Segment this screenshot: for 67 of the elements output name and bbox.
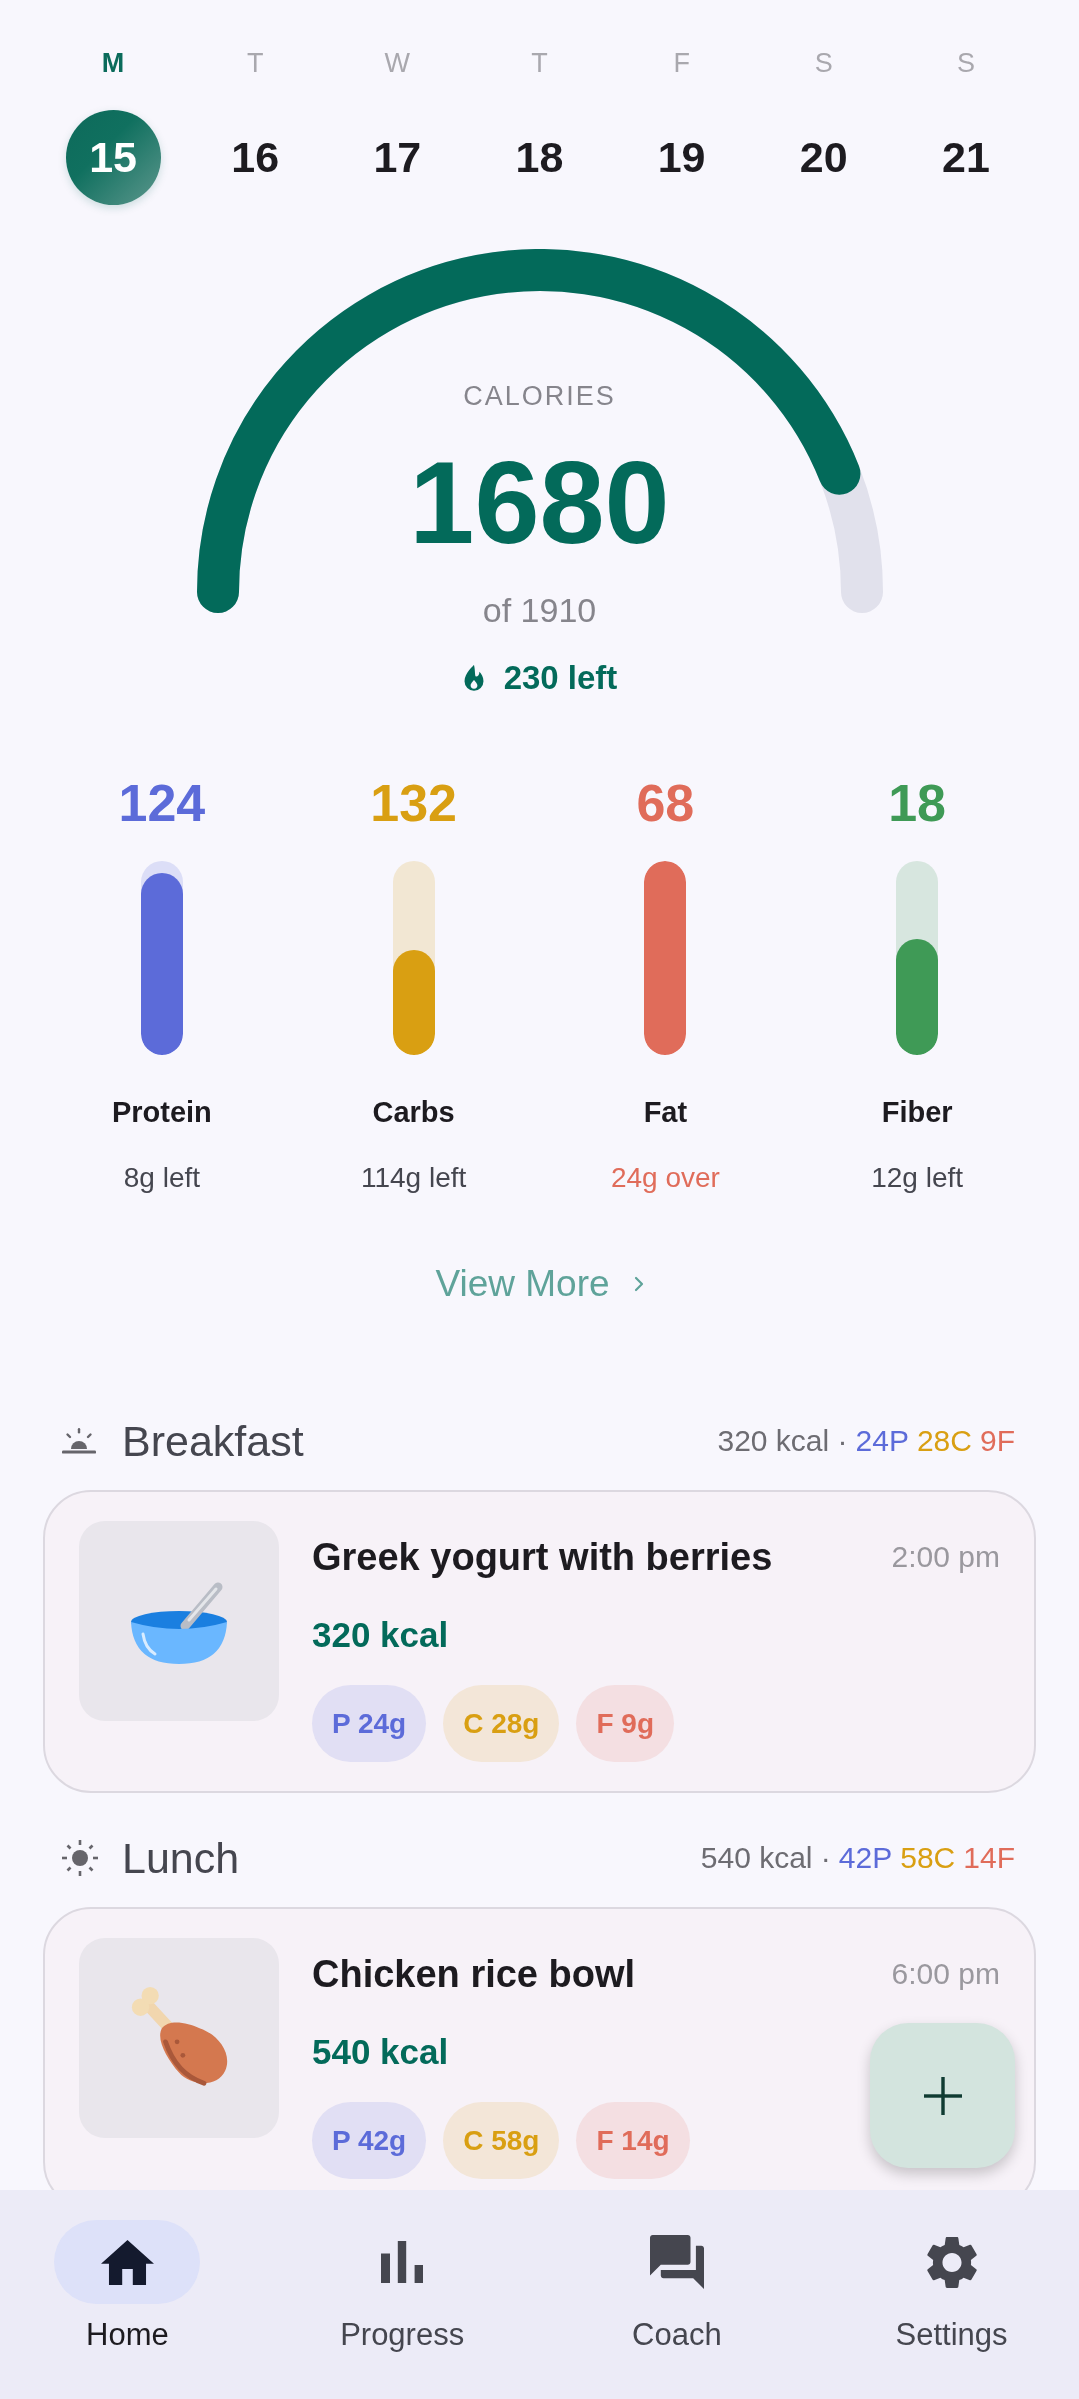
food-time: 6:00 pm [891,1956,1000,1992]
settings-icon [926,2235,977,2289]
macro-amount: 132 [370,773,457,833]
calories-consumed: 1680 [409,444,670,561]
macro-name: Carbs [372,1095,455,1130]
fat-tag: F 14g [576,2102,690,2179]
nav-tab[interactable]: Settings [826,2220,1077,2354]
nav-tab[interactable]: Home [2,2220,253,2354]
macro-status: 24g over [610,1161,720,1195]
meal-card[interactable]: Greek yogurt with berries 2:00 pm 320 kcal P 24g C 28g F 9g [43,1490,1036,1793]
food-time: 2:00 pm [891,1539,1000,1575]
macro-name: Fat [643,1095,688,1130]
food-title: Greek yogurt with berries [312,1535,773,1580]
protein-total: 42P [838,1840,893,1876]
protein-tag: P 42g [312,2102,427,2179]
meal-title: Breakfast [122,1416,304,1466]
date-button[interactable]: 17 [349,110,445,205]
meal-calorie-total: 320 kcal · [717,1423,848,1459]
date-button[interactable]: 21 [918,110,1014,205]
macro-amount: 124 [118,773,206,833]
home-icon [100,2239,154,2285]
fat-total: 14F [963,1840,1015,1876]
carbs-tag: C 28g [443,1685,560,1762]
weekday-label: S [956,47,975,80]
meal-calorie-total: 540 kcal · [700,1840,831,1876]
macro-name: Fiber [881,1095,953,1130]
bar-chart-icon [381,2241,424,2283]
macro-status: 114g left [360,1161,467,1195]
carbs-tag: C 58g [443,2102,560,2179]
fat-total: 9F [980,1423,1015,1459]
sunrise-icon [62,1428,96,1454]
fat-tag: F 9g [576,1685,674,1762]
sun-icon [62,1840,98,1876]
date-button[interactable]: 19 [634,110,730,205]
food-calories: 540 kcal [312,2031,449,2073]
chevron-right-icon [633,1276,644,1292]
weekday-label: T [531,47,548,80]
macro-amount: 68 [636,773,695,833]
nav-tab[interactable]: Coach [551,2220,802,2354]
weekday-label: M [101,47,125,80]
weekday-label: T [246,47,264,80]
protein-tag: P 24g [312,1685,427,1762]
food-title: Chicken rice bowl [312,1952,636,1997]
meal-card[interactable]: Chicken rice bowl 6:00 pm 540 kcal P 42g C 58g F 14g [43,1907,1036,2190]
meal-title: Lunch [122,1833,240,1883]
protein-total: 24P [855,1423,909,1459]
macro-status: 12g left [871,1161,964,1195]
macro-name: Protein [111,1095,212,1130]
date-button[interactable]: 18 [492,110,587,205]
plus-icon [923,2076,962,2115]
add-button[interactable] [870,2023,1015,2168]
calories-remaining: 230 left [503,658,618,698]
date-button[interactable]: 16 [207,110,303,205]
nav-tab[interactable]: Progress [277,2220,528,2354]
macro-amount: 18 [888,773,947,833]
calories-label: CALORIES [463,380,616,413]
chat-icon [649,2235,704,2289]
food-calories: 320 kcal [312,1614,449,1656]
date-button[interactable]: 15 [65,110,161,205]
date-button[interactable]: 20 [776,110,872,205]
weekday-label: W [384,47,411,80]
macro-status: 8g left [123,1161,200,1195]
carbs-total: 28C [916,1423,972,1459]
carbs-total: 58C [900,1840,956,1876]
weekday-label: S [814,47,833,80]
weekday-label: F [673,47,690,80]
calories-goal: of 1910 [482,590,597,630]
